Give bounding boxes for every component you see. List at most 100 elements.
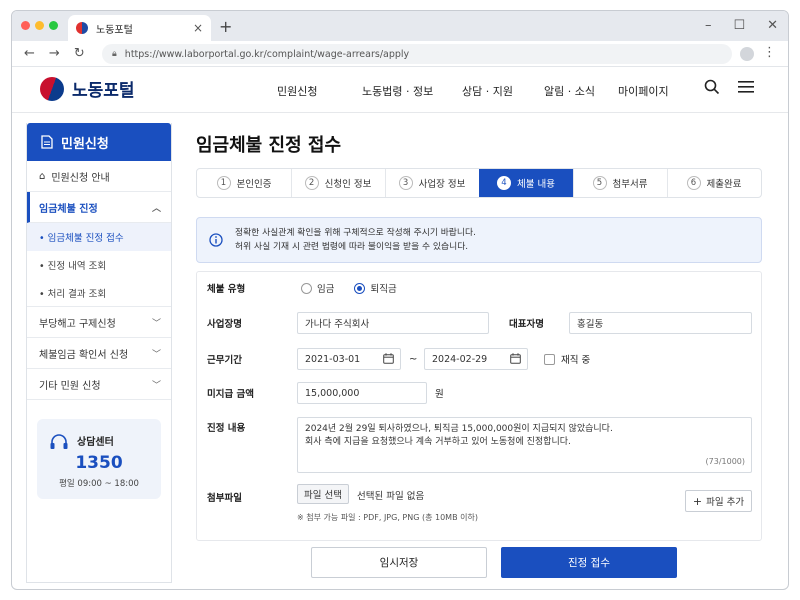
back-icon[interactable]: ← — [24, 46, 35, 61]
unpaid-label: 미지급 금액 — [207, 389, 255, 400]
type-label: 체불 유형 — [207, 284, 246, 295]
ceo-label: 대표자명 — [509, 319, 544, 330]
chevron-down-icon: ﹀ — [151, 380, 161, 391]
headset-icon — [50, 434, 68, 449]
content-label: 진정 내용 — [207, 423, 246, 434]
help-center-card: 상담센터 1350 평일 09:00 ~ 18:00 — [37, 419, 161, 499]
sidebar-subitem-apply[interactable]: • 임금체불 진정 접수 — [27, 223, 171, 251]
reload-icon[interactable]: ↻ — [74, 46, 85, 61]
company-input[interactable]: 가나다 주식회사 — [297, 312, 489, 334]
start-date-input[interactable]: 2021-03-01 — [297, 348, 401, 370]
sidebar-item-dismissal[interactable]: 부당해고 구제신청 ﹀ — [27, 307, 171, 338]
more-menu-icon[interactable]: ⋮ — [763, 45, 776, 60]
nav-item-law[interactable]: 노동법령 · 정보 — [362, 83, 462, 99]
home-icon: ⌂ — [39, 170, 46, 182]
end-date-input[interactable]: 2024-02-29 — [424, 348, 528, 370]
logo-emblem-icon — [40, 76, 64, 101]
site-logo[interactable]: 노동포털 — [40, 76, 135, 101]
nav-buttons: ← → ↻ — [24, 46, 85, 61]
hamburger-menu-icon[interactable] — [738, 80, 754, 94]
form-row-type: 체불 유형 임금 퇴직금 — [197, 277, 761, 299]
minimize-window-dot[interactable] — [35, 21, 44, 30]
window-controls-mac — [21, 21, 58, 30]
sidebar-item-guide[interactable]: ⌂ 민원신청 안내 — [27, 161, 171, 192]
calendar-icon[interactable] — [510, 353, 521, 364]
help-center-number: 1350 — [75, 453, 123, 473]
period-tilde: ~ — [409, 353, 418, 365]
chevron-up-icon: ︿ — [151, 203, 161, 214]
close-icon[interactable]: ✕ — [767, 18, 778, 33]
calendar-icon[interactable] — [383, 353, 394, 364]
radio-circle — [301, 282, 312, 294]
submit-button[interactable]: 진정 접수 — [501, 547, 677, 578]
step-label: 체불 내용 — [517, 179, 555, 190]
sidebar-item-label: 민원신청 안내 — [51, 172, 110, 184]
sidebar: 민원신청 ⌂ 민원신청 안내 임금체불 진정 ︿ • 임금체불 진정 접수 • … — [26, 123, 172, 583]
temp-save-button[interactable]: 임시저장 — [311, 547, 487, 578]
form-row-company: 사업장명 가나다 주식회사 대표자명 홍길동 — [197, 312, 761, 334]
step-number: 4 — [497, 176, 511, 190]
zoom-window-dot[interactable] — [49, 21, 58, 30]
sidebar-title: 민원신청 — [61, 136, 109, 152]
step-2: 2 신청인 정보 — [291, 169, 386, 197]
add-file-button[interactable]: + 파일 추가 — [685, 490, 752, 512]
step-number: 3 — [398, 176, 413, 190]
ceo-input[interactable]: 홍길동 — [569, 312, 752, 334]
content-textarea[interactable]: 2024년 2월 29일 퇴사하였으나, 퇴직금 15,000,000원이 지급… — [297, 417, 752, 473]
new-tab-icon[interactable]: + — [219, 17, 232, 36]
sidebar-item-wage-arrears[interactable]: 임금체불 진정 ︿ — [27, 192, 171, 223]
minimize-icon[interactable]: – — [705, 18, 712, 33]
checkbox-label: 재직 중 — [561, 355, 591, 366]
file-select-button[interactable]: 파일 선택 — [297, 484, 349, 504]
period-label: 근무기간 — [207, 355, 242, 366]
nav-item-complaint[interactable]: 민원신청 — [277, 83, 362, 99]
step-number: 2 — [304, 176, 319, 190]
header-icons — [704, 79, 754, 95]
form-actions: 임시저장 진정 접수 — [311, 547, 677, 578]
plus-icon: + — [692, 494, 703, 508]
sidebar-item-other[interactable]: 기타 민원 신청 ﹀ — [27, 369, 171, 400]
notice-line: 정확한 사실관계 확인을 위해 구체적으로 작성해 주시기 바랍니다. — [235, 228, 476, 238]
step-3: 3 사업장 정보 — [385, 169, 480, 197]
search-icon[interactable] — [704, 79, 720, 95]
complaint-form: 체불 유형 임금 퇴직금 사업장명 가나다 주식회사 대표자명 홍길동 근무기간… — [196, 271, 762, 541]
help-center-label: 상담센터 — [77, 437, 114, 448]
sidebar-subitem-history[interactable]: • 진정 내역 조회 — [27, 251, 171, 279]
radio-label: 임금 — [317, 284, 335, 295]
step-label: 사업장 정보 — [418, 179, 466, 190]
forward-icon[interactable]: → — [49, 46, 60, 61]
sidebar-subitem-result[interactable]: • 처리 결과 조회 — [27, 279, 171, 307]
browser-window: 노동포털 × + – ☐ ✕ ← → ↻ 🔒︎ https://www.labo… — [11, 10, 789, 590]
sidebar-item-certificate[interactable]: 체불임금 확인서 신청 ﹀ — [27, 338, 171, 369]
step-5: 5 첨부서류 — [573, 169, 668, 197]
browser-tab[interactable]: 노동포털 × — [68, 15, 211, 41]
close-window-dot[interactable] — [21, 21, 30, 30]
nav-item-consult[interactable]: 상담 · 지원 — [462, 83, 544, 99]
close-tab-icon[interactable]: × — [193, 21, 203, 35]
maximize-icon[interactable]: ☐ — [733, 18, 745, 33]
step-4-current: 4 체불 내용 — [479, 169, 574, 197]
file-label: 첨부파일 — [207, 493, 242, 504]
nav-item-mypage[interactable]: 마이페이지 — [618, 83, 669, 99]
type-radio-group: 임금 퇴직금 — [301, 281, 417, 295]
sidebar-item-label: 부당해고 구제신청 — [39, 318, 116, 330]
sidebar-item-label: 임금체불 진정 — [39, 203, 98, 215]
step-number: 5 — [592, 176, 607, 190]
nav-item-news[interactable]: 알림 · 소식 — [544, 83, 618, 99]
profile-avatar[interactable] — [740, 47, 754, 61]
window-controls: – ☐ ✕ — [705, 18, 778, 33]
unpaid-amount-input[interactable]: 15,000,000 — [297, 382, 427, 404]
form-row-period: 근무기간 2021-03-01 ~ 2024-02-29 재직 중 — [197, 348, 761, 370]
step-number: 6 — [686, 176, 701, 190]
radio-wage[interactable]: 임금 — [301, 281, 334, 295]
employed-checkbox[interactable]: 재직 중 — [544, 352, 590, 366]
step-label: 신청인 정보 — [324, 179, 372, 190]
content-line: 회사 측에 지급을 요청했으나 계속 거부하고 있어 노동청에 진정합니다. — [305, 437, 571, 447]
page-title: 임금체불 진정 접수 — [196, 135, 342, 156]
step-label: 제출완료 — [706, 179, 742, 190]
step-number: 1 — [216, 176, 231, 190]
company-label: 사업장명 — [207, 319, 242, 330]
radio-severance[interactable]: 퇴직금 — [354, 281, 397, 295]
address-bar[interactable]: 🔒︎ https://www.laborportal.go.kr/complai… — [102, 44, 732, 64]
content-line: 2024년 2월 29일 퇴사하였으나, 퇴직금 15,000,000원이 지급… — [305, 424, 613, 434]
